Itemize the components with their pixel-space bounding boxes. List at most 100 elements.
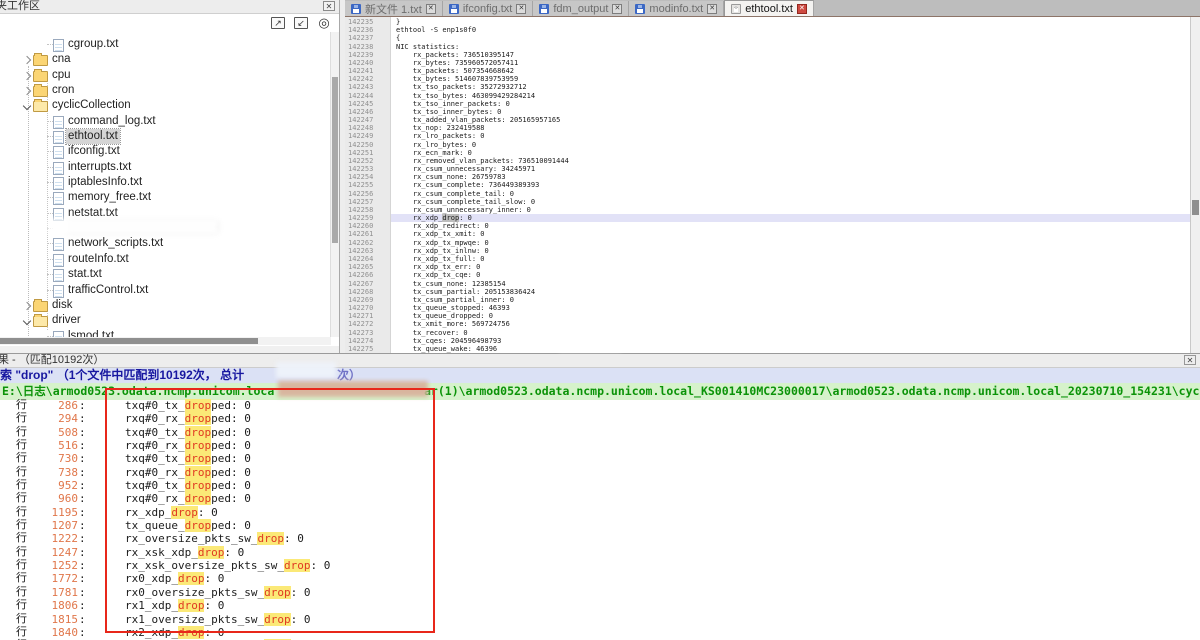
locate-current-file-icon[interactable]: ◎ — [317, 17, 331, 29]
line-number: 142271 — [348, 312, 373, 320]
line-number: 142246 — [348, 108, 373, 116]
result-row-line-1195[interactable]: 行1195:rx_xdp_drop: 0 — [0, 506, 1200, 519]
chevron-right-icon[interactable] — [23, 87, 31, 95]
editor-line: 142268 tx_csum_partial: 205153836424 — [345, 288, 1190, 296]
result-line-number: 738 — [36, 466, 78, 479]
tree-item-cgroup-txt[interactable]: cgroup.txt — [0, 37, 331, 52]
result-row-line-960[interactable]: 行960:rxq#0_rx_dropped: 0 — [0, 492, 1200, 505]
tree-item-interrupts-txt[interactable]: interrupts.txt — [0, 160, 331, 175]
tree-item-trafficcontrol-txt[interactable]: trafficControl.txt — [0, 283, 331, 298]
chevron-down-icon[interactable] — [23, 102, 31, 110]
row-label: 行 — [16, 559, 27, 572]
expand-all-icon[interactable]: ↗ — [271, 17, 285, 29]
editor-vertical-scrollbar[interactable] — [1190, 17, 1200, 353]
result-row-line-730[interactable]: 行730:txq#0_tx_dropped: 0 — [0, 452, 1200, 465]
tree-item-lsmod-txt[interactable]: lsmod.txt — [0, 329, 331, 337]
result-row-line-516[interactable]: 行516:rxq#0_rx_dropped: 0 — [0, 439, 1200, 452]
line-number: 142248 — [348, 124, 373, 132]
chevron-right-icon[interactable] — [23, 71, 31, 79]
tab-modinfo-txt[interactable]: modinfo.txt✕ — [629, 1, 724, 16]
result-row-line-1772[interactable]: 行1772:rx0_xdp_drop: 0 — [0, 572, 1200, 585]
tree-item-routeinfo-txt[interactable]: routeInfo.txt — [0, 252, 331, 267]
result-text: rx1_xdp_drop: 0 — [125, 599, 224, 612]
editor-vscroll-thumb[interactable] — [1192, 200, 1199, 215]
tree-item-stat-txt[interactable]: stat.txt — [0, 267, 331, 282]
line-text: rx_csum_none: 26759783 — [396, 173, 506, 181]
result-row-line-1781[interactable]: 行1781:rx0_oversize_pkts_sw_drop: 0 — [0, 586, 1200, 599]
search-summary-line[interactable]: 索 "drop" （1个文件中匹配到10192次， 总计 次） — [0, 368, 1200, 383]
chevron-right-icon[interactable] — [23, 302, 31, 310]
line-text: tx_packets: 507354668642 — [396, 67, 514, 75]
line-text: rx_xdp_tx_mpwqe: 0 — [396, 239, 489, 247]
tree-hscroll-thumb[interactable] — [0, 338, 258, 344]
floppy-save-icon — [539, 4, 549, 14]
result-row-line-1247[interactable]: 行1247:rx_xsk_xdp_drop: 0 — [0, 546, 1200, 559]
tree-item-cna[interactable]: cna — [0, 52, 331, 67]
editor-line: 142255 rx_csum_complete: 736449389393 — [345, 181, 1190, 189]
tree-vscroll-thumb[interactable] — [332, 77, 338, 243]
line-number: 142273 — [348, 329, 373, 337]
results-close-icon[interactable]: ✕ — [1184, 355, 1196, 365]
tree-item-ethtool-txt[interactable]: ethtool.txt — [0, 129, 331, 144]
line-number: 142275 — [348, 345, 373, 353]
file-tree[interactable]: cgroup.txtcnacpucroncyclicCollectioncomm… — [0, 32, 331, 337]
editor-line: 142243 tx_tso_packets: 35272932712 — [345, 83, 1190, 91]
result-row-line-286[interactable]: 行286:txq#0_tx_dropped: 0 — [0, 399, 1200, 412]
result-text: txq#0_tx_dropped: 0 — [125, 399, 251, 412]
tab-label: 新文件 1.txt — [365, 1, 422, 17]
tree-item-cron[interactable]: cron — [0, 83, 331, 98]
result-row-line-508[interactable]: 行508:txq#0_tx_dropped: 0 — [0, 426, 1200, 439]
tree-item-network-scripts-txt[interactable]: network_scripts.txt — [0, 236, 331, 251]
editor-line: 142244 tx_tso_bytes: 463099429284214 — [345, 92, 1190, 100]
line-number: 142261 — [348, 230, 373, 238]
result-file-path-line[interactable]: E:\日志\armod0523.odata.ncmp.unicom.loca a… — [0, 383, 1200, 400]
result-row-line-294[interactable]: 行294:rxq#0_rx_dropped: 0 — [0, 412, 1200, 425]
result-row-line-1840[interactable]: 行1840:rx2_xdp_drop: 0 — [0, 626, 1200, 639]
tab-close-icon[interactable]: ✕ — [516, 4, 526, 14]
collapse-all-icon[interactable]: ↙ — [294, 17, 308, 29]
tree-item-netstat-txt[interactable]: netstat.txt — [0, 206, 331, 221]
tree-item-cpu[interactable]: cpu — [0, 68, 331, 83]
result-row-line-1806[interactable]: 行1806:rx1_xdp_drop: 0 — [0, 599, 1200, 612]
row-label: 行 — [16, 412, 27, 425]
tree-horizontal-scrollbar[interactable] — [0, 337, 331, 345]
tab--1-txt[interactable]: 新文件 1.txt ✕ — [345, 1, 443, 16]
tab-close-icon[interactable]: ✕ — [797, 4, 807, 14]
tree-vertical-scrollbar[interactable] — [330, 32, 339, 337]
tab-ifconfig-txt[interactable]: ifconfig.txt✕ — [443, 1, 534, 16]
line-number: 142253 — [348, 165, 373, 173]
editor-line: 142266 rx_xdp_tx_cqe: 0 — [345, 271, 1190, 279]
row-label: 行 — [16, 399, 27, 412]
tab-fdm-output[interactable]: fdm_output✕ — [533, 1, 629, 16]
tab-ethtool-txt[interactable]: ethtool.txt✕ — [724, 0, 814, 16]
result-row-line-1252[interactable]: 行1252:rx_xsk_oversize_pkts_sw_drop: 0 — [0, 559, 1200, 572]
result-row-line-738[interactable]: 行738:rxq#0_rx_dropped: 0 — [0, 466, 1200, 479]
match-highlight: drop — [185, 492, 212, 505]
tree-item-label: trafficControl.txt — [68, 283, 148, 298]
chevron-down-icon[interactable] — [23, 317, 31, 325]
tree-item-redacted[interactable] — [0, 221, 331, 236]
tab-close-icon[interactable]: ✕ — [426, 4, 436, 14]
tree-item-memory-free-txt[interactable]: memory_free.txt — [0, 190, 331, 205]
tab-close-icon[interactable]: ✕ — [707, 4, 717, 14]
workspace-close-icon[interactable]: ✕ — [323, 1, 335, 11]
line-number: 142265 — [348, 263, 373, 271]
results-title: 果 - （匹配10192次） — [0, 354, 104, 366]
tab-close-icon[interactable]: ✕ — [612, 4, 622, 14]
result-colon: : — [79, 613, 86, 626]
file-icon — [53, 238, 64, 251]
tree-item-disk[interactable]: disk — [0, 298, 331, 313]
result-line-number: 286 — [36, 399, 78, 412]
result-row-line-1207[interactable]: 行1207:tx_queue_dropped: 0 — [0, 519, 1200, 532]
result-row-line-1222[interactable]: 行1222:rx_oversize_pkts_sw_drop: 0 — [0, 532, 1200, 545]
tree-item-driver[interactable]: driver — [0, 313, 331, 328]
tree-item-iptablesinfo-txt[interactable]: iptablesInfo.txt — [0, 175, 331, 190]
result-row-line-952[interactable]: 行952:txq#0_tx_dropped: 0 — [0, 479, 1200, 492]
tree-item-command-log-txt[interactable]: command_log.txt — [0, 114, 331, 129]
line-text: tx_tso_inner_packets: 0 — [396, 100, 510, 108]
editor-view[interactable]: 142235}142236ethtool -S enp1s0f0142237{1… — [345, 17, 1190, 353]
tree-item-cycliccollection[interactable]: cyclicCollection — [0, 98, 331, 113]
tree-item-ifconfig-txt[interactable]: ifconfig.txt — [0, 144, 331, 159]
result-row-line-1815[interactable]: 行1815:rx1_oversize_pkts_sw_drop: 0 — [0, 613, 1200, 626]
chevron-right-icon[interactable] — [23, 56, 31, 64]
